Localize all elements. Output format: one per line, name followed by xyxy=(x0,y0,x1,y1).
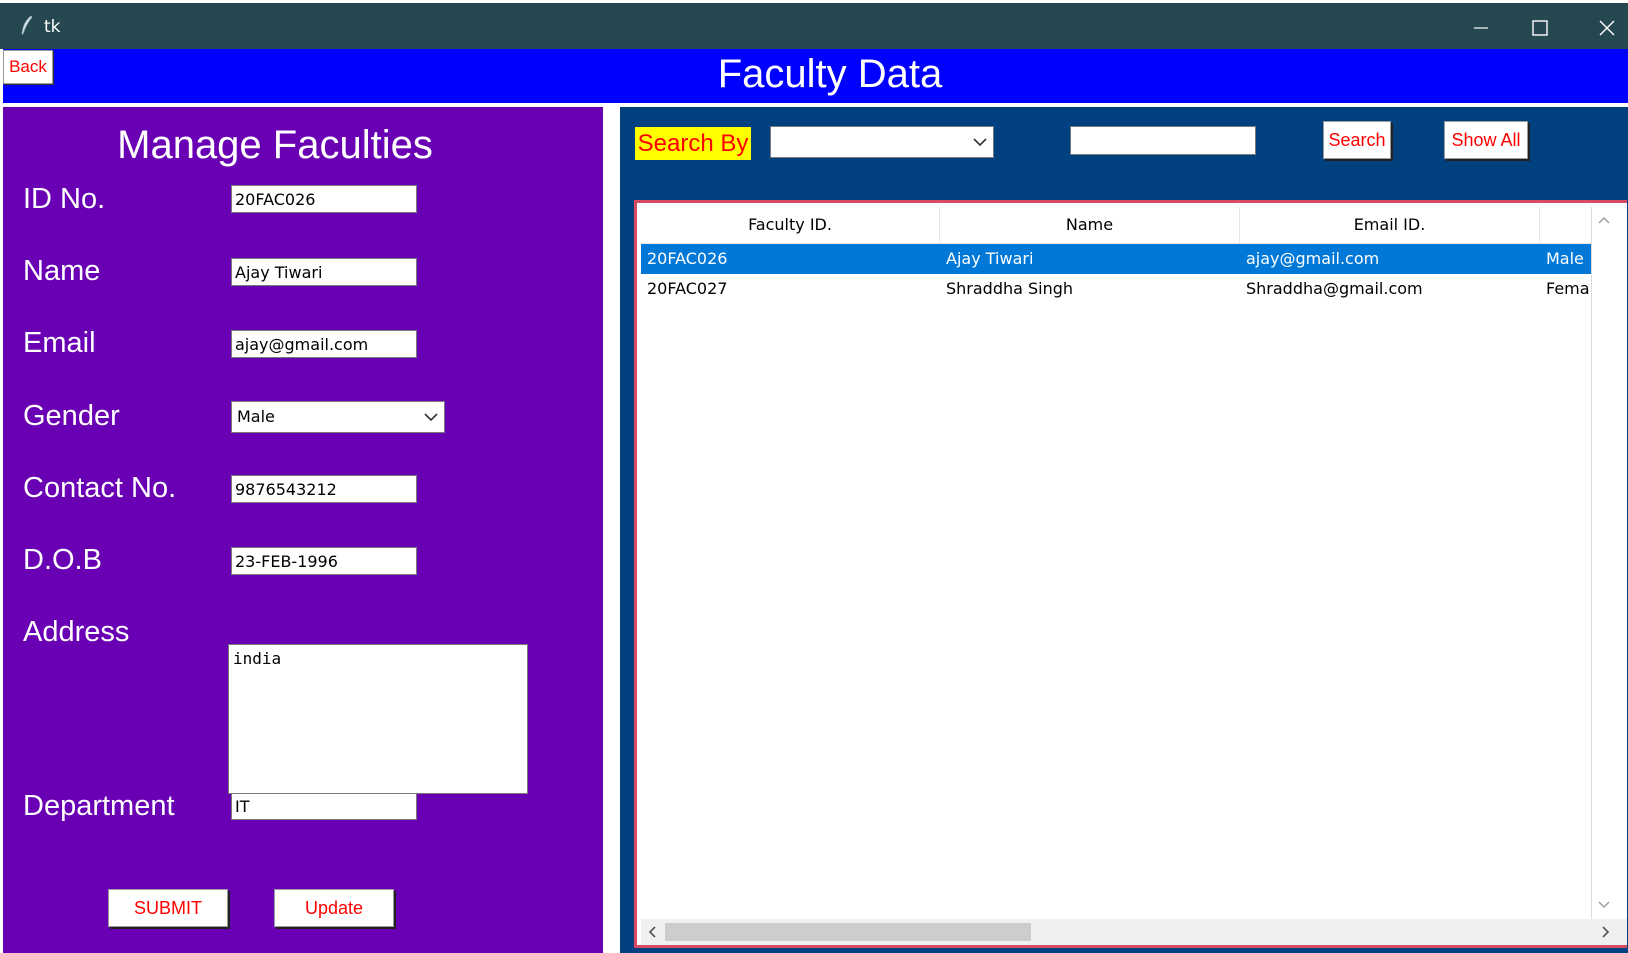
contact-field[interactable] xyxy=(231,475,417,503)
maximize-icon xyxy=(1532,20,1548,36)
dob-label: D.O.B xyxy=(23,544,102,576)
back-button[interactable]: Back xyxy=(3,50,53,84)
cell-gender: Male xyxy=(1546,249,1584,268)
gender-select-value: Male xyxy=(237,407,275,426)
horizontal-scroll-thumb[interactable] xyxy=(665,923,1031,941)
column-header-name[interactable]: Name xyxy=(940,207,1240,243)
table-header: Faculty ID. Name Email ID. xyxy=(641,207,1591,244)
column-header-gender[interactable] xyxy=(1540,207,1591,243)
search-by-select[interactable] xyxy=(770,126,994,158)
vertical-scrollbar[interactable] xyxy=(1591,207,1616,919)
minimize-icon xyxy=(1474,27,1488,29)
scroll-right-icon xyxy=(1602,926,1610,938)
table-row[interactable]: 20FAC026 Ajay Tiwari ajay@gmail.com Male xyxy=(641,244,1591,274)
cell-gender: Fema xyxy=(1546,279,1590,298)
close-icon xyxy=(1599,20,1615,36)
horizontal-scrollbar[interactable] xyxy=(641,919,1627,945)
department-field[interactable] xyxy=(231,792,417,820)
search-by-label: Search By xyxy=(635,127,751,160)
manage-faculties-panel: Manage Faculties ID No. Name Email Gende… xyxy=(3,107,603,953)
contact-label: Contact No. xyxy=(23,472,177,504)
minimize-button[interactable] xyxy=(1452,6,1512,46)
panel-title: Manage Faculties xyxy=(117,123,433,167)
scroll-left-icon xyxy=(648,926,656,938)
id-field[interactable] xyxy=(231,185,417,213)
cell-email: Shraddha@gmail.com xyxy=(1246,279,1423,298)
address-label: Address xyxy=(23,616,130,648)
email-field[interactable] xyxy=(231,330,417,358)
cell-faculty-id: 20FAC026 xyxy=(647,249,728,268)
cell-email: ajay@gmail.com xyxy=(1246,249,1380,268)
scroll-up-icon xyxy=(1598,216,1610,224)
maximize-button[interactable] xyxy=(1518,6,1578,46)
feather-icon xyxy=(21,15,33,35)
show-all-button[interactable]: Show All xyxy=(1444,121,1528,159)
address-textarea[interactable]: india xyxy=(228,644,528,794)
table-row[interactable]: 20FAC027 Shraddha Singh Shraddha@gmail.c… xyxy=(641,274,1591,304)
update-button[interactable]: Update xyxy=(274,889,394,927)
close-button[interactable] xyxy=(1584,6,1628,46)
header-divider xyxy=(3,103,1628,106)
window-titlebar: tk xyxy=(0,3,1628,49)
email-label: Email xyxy=(23,327,96,359)
faculty-table: Faculty ID. Name Email ID. 20FAC026 Ajay… xyxy=(641,207,1591,919)
cell-faculty-id: 20FAC027 xyxy=(647,279,728,298)
chevron-down-icon xyxy=(973,138,987,147)
department-label: Department xyxy=(23,790,175,822)
id-label: ID No. xyxy=(23,183,106,215)
gender-select[interactable]: Male xyxy=(231,401,445,433)
name-label: Name xyxy=(23,255,101,287)
gender-label: Gender xyxy=(23,400,120,432)
submit-button[interactable]: SUBMIT xyxy=(108,889,228,927)
search-input[interactable] xyxy=(1070,126,1256,155)
column-header-faculty-id[interactable]: Faculty ID. xyxy=(641,207,940,243)
chevron-down-icon xyxy=(424,413,438,422)
page-title: Faculty Data xyxy=(717,52,943,96)
name-field[interactable] xyxy=(231,258,417,286)
cell-name: Shraddha Singh xyxy=(946,279,1074,298)
window-title: tk xyxy=(44,17,61,37)
search-button[interactable]: Search xyxy=(1323,121,1391,159)
scroll-down-icon xyxy=(1598,901,1610,909)
cell-name: Ajay Tiwari xyxy=(946,249,1034,268)
dob-field[interactable] xyxy=(231,547,417,575)
column-header-email[interactable]: Email ID. xyxy=(1240,207,1540,243)
